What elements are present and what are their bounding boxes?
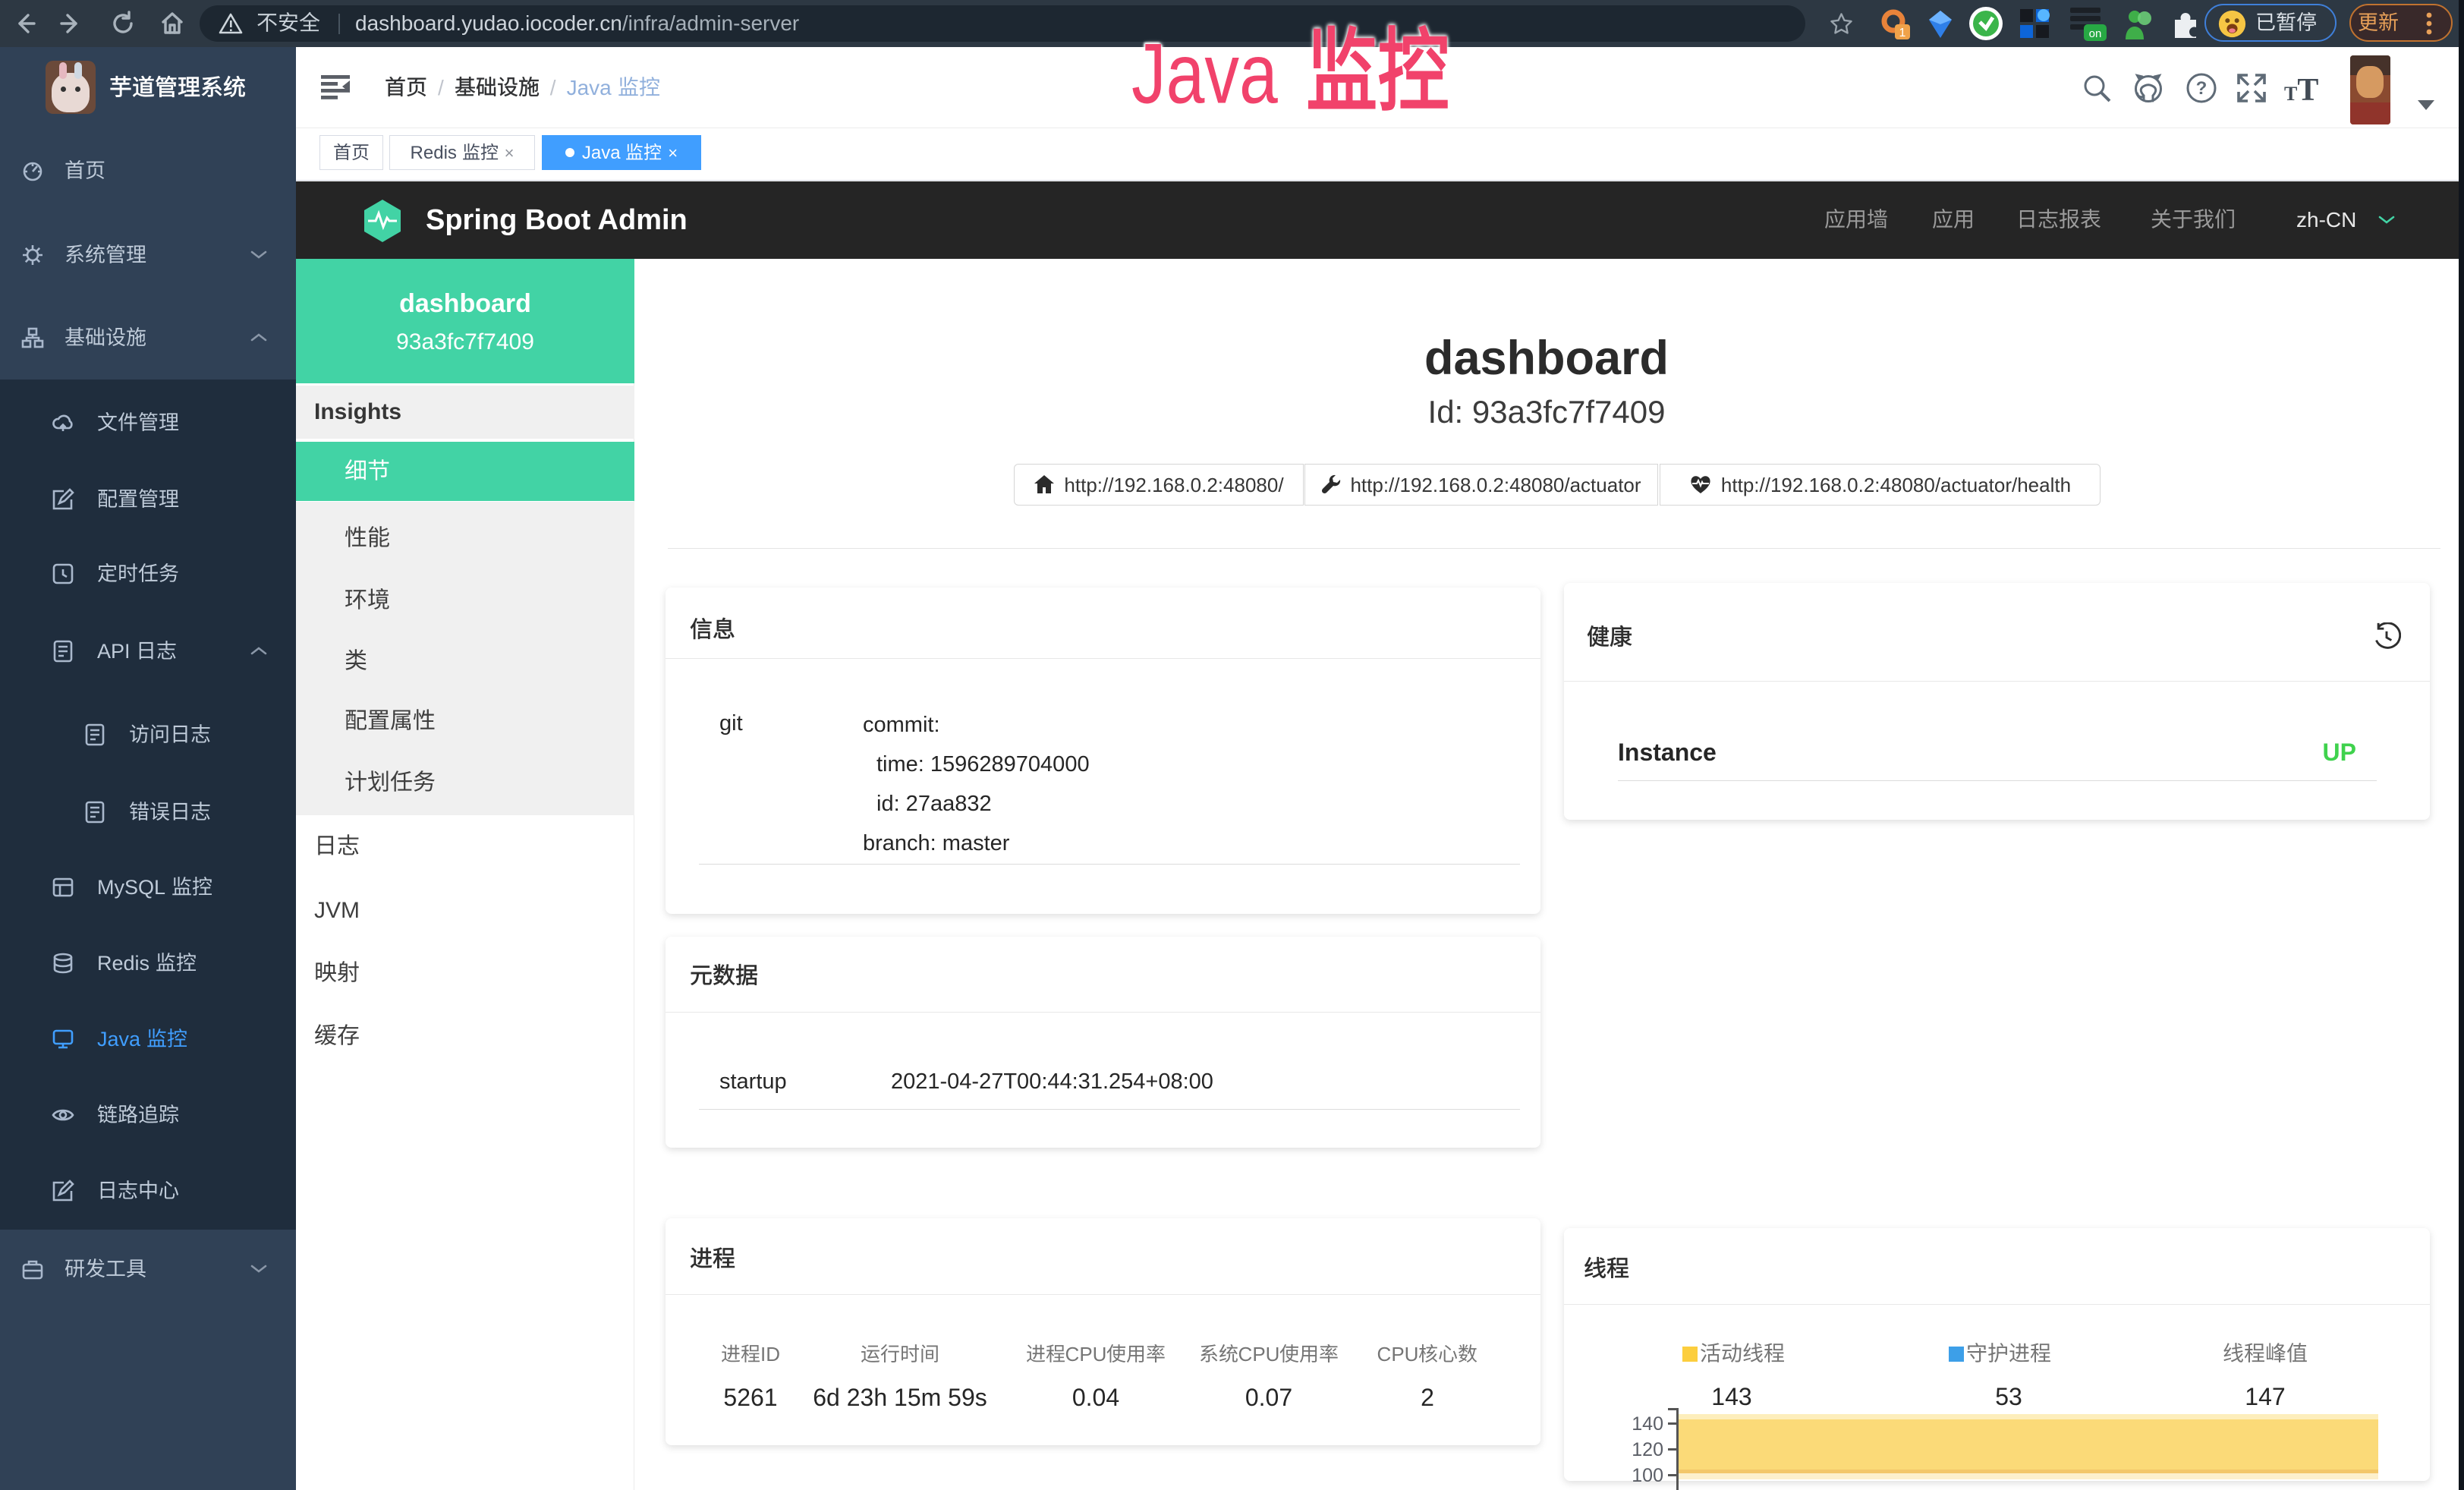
svg-text:1: 1 bbox=[1899, 27, 1906, 39]
svg-text:?: ? bbox=[2196, 78, 2208, 99]
svg-text:on: on bbox=[2089, 27, 2102, 40]
